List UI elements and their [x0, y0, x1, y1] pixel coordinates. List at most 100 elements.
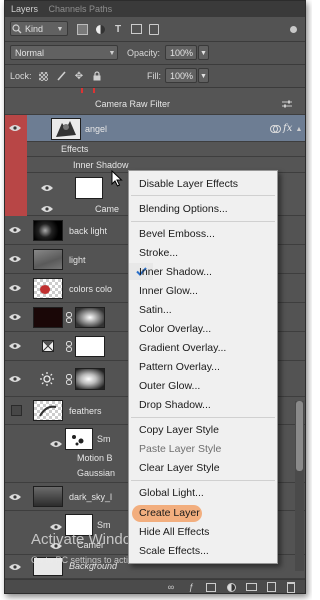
lock-move-icon[interactable]: ✥ — [73, 70, 85, 82]
effects-row[interactable]: Effects — [27, 142, 305, 157]
filter-kind-label: Kind — [25, 24, 44, 34]
eye-icon[interactable] — [8, 310, 22, 324]
eye-icon[interactable] — [8, 372, 22, 386]
motion-blur-label: Motion B — [77, 453, 113, 463]
layer-thumbnail — [33, 249, 63, 270]
eye-icon[interactable] — [8, 339, 22, 353]
scrollbar[interactable] — [295, 401, 304, 571]
eye-icon[interactable] — [8, 281, 22, 295]
menu-item-global-light[interactable]: Global Light... — [139, 487, 204, 499]
effects-label: Effects — [61, 144, 89, 154]
eye-icon[interactable] — [8, 223, 22, 237]
layer-thumbnail — [33, 400, 63, 421]
eye-icon[interactable] — [40, 181, 54, 195]
eye-icon[interactable] — [8, 560, 22, 574]
layer-name: colors colo — [69, 284, 113, 294]
new-adjustment-icon[interactable] — [225, 581, 237, 593]
layer-row-camera-raw[interactable]: Camera Raw Filter — [5, 88, 305, 115]
filter-toggle-icon[interactable] — [287, 23, 299, 35]
trash-icon[interactable] — [285, 581, 297, 593]
blend-mode-dropdown[interactable]: Normal — [10, 45, 118, 60]
opacity-label: Opacity: — [127, 48, 161, 58]
menu-item-disable-layer-effects[interactable]: Disable Layer Effects — [139, 178, 238, 190]
add-mask-icon[interactable] — [205, 581, 217, 593]
menu-item-color-overlay[interactable]: Color Overlay... — [139, 323, 211, 335]
eye-icon[interactable] — [8, 252, 22, 266]
eye-icon[interactable] — [8, 121, 22, 135]
eye-icon[interactable] — [40, 202, 54, 216]
chain-link-icon[interactable] — [65, 340, 73, 352]
layer-name[interactable]: angel — [85, 124, 107, 134]
lock-transparent-icon[interactable] — [37, 70, 49, 82]
layer-name: light — [69, 255, 86, 265]
fx-icon[interactable]: fx — [283, 123, 292, 134]
menu-item-blending-options[interactable]: Blending Options... — [139, 203, 228, 215]
adjustment-layer-icon — [41, 339, 55, 353]
smart-object-filter-icon[interactable] — [147, 22, 161, 36]
search-icon — [12, 23, 22, 34]
visibility-toggle-off[interactable] — [11, 405, 22, 416]
layer-thumbnail — [33, 278, 63, 299]
blend-mode-value: Normal — [15, 48, 45, 58]
fill-input[interactable]: 100% — [165, 68, 197, 83]
lock-brush-icon[interactable] — [55, 70, 67, 82]
layer-thumbnail — [33, 220, 63, 241]
shape-filter-icon[interactable] — [129, 22, 143, 36]
opacity-value: 100% — [170, 48, 194, 58]
smart-filter-icon — [269, 123, 281, 135]
menu-item-satin[interactable]: Satin... — [139, 304, 172, 316]
menu-item-clear-layer-style[interactable]: Clear Layer Style — [139, 462, 220, 474]
menu-item-paste-layer-style: Paste Layer Style — [139, 443, 222, 455]
menu-item-scale-effects[interactable]: Scale Effects... — [139, 545, 209, 557]
opacity-slider-button[interactable]: ▼ — [198, 45, 209, 60]
scrollbar-thumb[interactable] — [296, 401, 303, 471]
chain-link-icon[interactable] — [65, 311, 73, 323]
chevron-up-icon[interactable]: ▲ — [295, 124, 303, 134]
tab-others[interactable]: Channels Paths — [49, 1, 113, 17]
menu-item-gradient-overlay[interactable]: Gradient Overlay... — [139, 342, 226, 354]
menu-item-outer-glow[interactable]: Outer Glow... — [139, 380, 200, 392]
menu-item-hide-all-effects[interactable]: Hide All Effects — [139, 526, 209, 538]
eye-icon[interactable] — [8, 490, 22, 504]
new-group-icon[interactable] — [245, 581, 257, 593]
new-layer-icon[interactable] — [265, 581, 277, 593]
gaussian-blur-label: Gaussian — [77, 468, 116, 478]
lock-all-icon[interactable] — [91, 70, 103, 82]
layer-thumbnail — [33, 307, 63, 328]
blend-row: Normal ▼ Opacity: 100% ▼ — [5, 42, 305, 64]
layer-name: Sm — [97, 520, 111, 530]
opacity-input[interactable]: 100% — [165, 45, 197, 60]
menu-separator — [131, 195, 275, 196]
layer-name: Came — [95, 204, 120, 214]
filter-row: Kind ▼ T — [5, 18, 305, 40]
menu-separator — [131, 480, 275, 481]
menu-item-inner-glow[interactable]: Inner Glow... — [139, 285, 198, 297]
link-layers-icon[interactable]: ∞ — [165, 581, 177, 593]
layer-style-context-menu: Disable Layer Effects Blending Options..… — [128, 170, 278, 564]
mouse-cursor-icon — [111, 169, 123, 188]
layer-name: dark_sky_l — [69, 492, 113, 502]
adjustment-filter-icon[interactable] — [93, 22, 107, 36]
chain-link-icon[interactable] — [65, 373, 73, 385]
panel-tab-bar: Layers Channels Paths — [5, 1, 305, 17]
menu-item-drop-shadow[interactable]: Drop Shadow... — [139, 399, 211, 411]
menu-item-bevel-emboss[interactable]: Bevel Emboss... — [139, 228, 215, 240]
menu-item-pattern-overlay[interactable]: Pattern Overlay... — [139, 361, 220, 373]
eye-icon[interactable] — [49, 437, 63, 451]
menu-item-stroke[interactable]: Stroke... — [139, 247, 178, 259]
layer-name: Camera Raw Filter — [95, 99, 171, 109]
layer-thumbnail — [33, 486, 63, 507]
brightness-icon — [39, 371, 55, 387]
fill-slider-button[interactable]: ▼ — [198, 68, 209, 83]
menu-item-create-layer[interactable]: Create Layer — [139, 507, 200, 519]
menu-item-copy-layer-style[interactable]: Copy Layer Style — [139, 424, 219, 436]
tab-layers[interactable]: Layers — [11, 4, 38, 14]
layer-row-angel[interactable]: angel fx ▲ — [27, 115, 305, 142]
type-filter-icon[interactable]: T — [111, 22, 125, 36]
filter-options-icon[interactable] — [281, 99, 293, 109]
pixel-filter-icon[interactable] — [75, 22, 89, 36]
fx-icon[interactable]: ƒ — [185, 581, 197, 593]
filter-mask-thumb — [81, 88, 95, 93]
menu-item-inner-shadow[interactable]: Inner Shadow... — [139, 266, 212, 278]
layer-name: back light — [69, 226, 108, 236]
